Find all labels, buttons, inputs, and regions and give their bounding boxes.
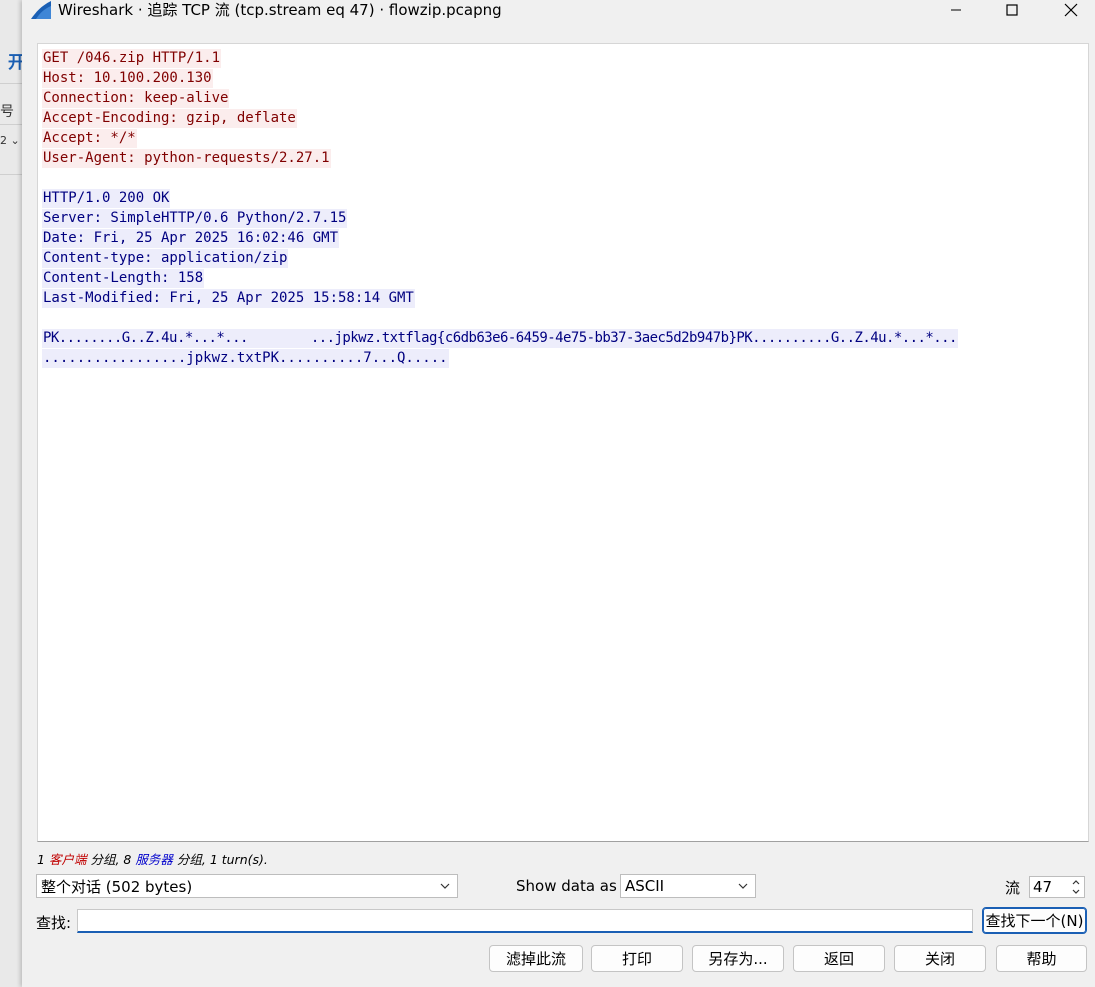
find-input[interactable]: [77, 909, 973, 933]
help-button[interactable]: 帮助: [996, 945, 1087, 972]
maximize-icon: [1006, 4, 1018, 16]
chevron-down-icon: [738, 883, 748, 889]
client-label: 客户端: [48, 852, 87, 867]
client-request-line: Connection: keep-alive: [42, 89, 230, 108]
client-request-line: Host: 10.100.200.130: [42, 69, 213, 88]
show-data-as-value: ASCII: [625, 877, 665, 895]
maximize-button[interactable]: [989, 0, 1035, 20]
stream-number-value: 47: [1033, 878, 1053, 896]
stream-summary: 1 客户端 分组, 8 服务器 分组, 1 turn(s).: [37, 849, 268, 868]
conversation-select-value: 整个对话 (502 bytes): [41, 877, 193, 896]
follow-tcp-stream-window: Wireshark · 追踪 TCP 流 (tcp.stream eq 47) …: [22, 0, 1095, 987]
packets-label: 分组,: [176, 852, 206, 867]
stream-number-spinbox[interactable]: 47: [1029, 876, 1085, 898]
conversation-select[interactable]: 整个对话 (502 bytes): [36, 874, 458, 898]
show-data-as-select[interactable]: ASCII: [620, 874, 756, 898]
server-label: 服务器: [135, 852, 173, 867]
client-request-line: User-Agent: python-requests/2.27.1: [42, 149, 331, 168]
close-icon: [1064, 3, 1078, 17]
background-divider: [0, 174, 24, 175]
find-label: 查找:: [36, 914, 72, 932]
server-response-line: Date: Fri, 25 Apr 2025 16:02:46 GMT: [42, 229, 340, 248]
server-response-line: HTTP/1.0 200 OK: [42, 189, 171, 208]
packets-label: 分组,: [90, 852, 120, 867]
client-packet-count: 1: [37, 852, 45, 867]
chevron-down-icon: [440, 883, 450, 889]
spin-up-icon[interactable]: [1070, 878, 1082, 887]
stream-content-pane[interactable]: GET /046.zip HTTP/1.1 Host: 10.100.200.1…: [37, 43, 1089, 842]
filter-out-stream-button[interactable]: 滤掉此流: [489, 945, 583, 972]
client-request-line: Accept: */*: [42, 129, 137, 148]
server-response-line: Content-Length: 158: [42, 269, 205, 288]
server-response-line: Server: SimpleHTTP/0.6 Python/2.7.15: [42, 209, 348, 228]
background-divider: [0, 124, 24, 125]
background-text: 号: [0, 104, 14, 120]
spin-down-icon[interactable]: [1070, 887, 1082, 896]
server-body-line: PK........G..Z.4u.*...*... ...jpkwz.txtf…: [42, 329, 958, 348]
background-divider: [0, 83, 24, 84]
minimize-button[interactable]: [933, 0, 979, 20]
server-body-line: .................jpkwz.txtPK..........7.…: [42, 349, 449, 368]
save-as-button[interactable]: 另存为...: [692, 945, 784, 972]
stream-number-label: 流: [1005, 879, 1021, 897]
close-button[interactable]: 关闭: [894, 945, 986, 972]
background-text: 2 ⌄: [0, 134, 20, 147]
server-response-line: Content-type: application/zip: [42, 249, 289, 268]
back-button[interactable]: 返回: [793, 945, 885, 972]
client-request-line: Accept-Encoding: gzip, deflate: [42, 109, 297, 128]
show-data-as-label: Show data as: [516, 877, 617, 895]
server-response-line: Last-Modified: Fri, 25 Apr 2025 15:58:14…: [42, 289, 415, 308]
minimize-icon: [951, 9, 961, 11]
title-bar[interactable]: Wireshark · 追踪 TCP 流 (tcp.stream eq 47) …: [22, 0, 1095, 22]
server-packet-count: 8: [123, 852, 132, 867]
client-request-line: GET /046.zip HTTP/1.1: [42, 49, 222, 68]
print-button[interactable]: 打印: [591, 945, 683, 972]
turns-count: 1 turn(s).: [209, 852, 268, 867]
wireshark-logo-icon: [31, 1, 51, 19]
window-title: Wireshark · 追踪 TCP 流 (tcp.stream eq 47) …: [58, 1, 502, 19]
close-window-button[interactable]: [1048, 0, 1094, 20]
find-next-button[interactable]: 查找下一个(N): [982, 907, 1087, 934]
